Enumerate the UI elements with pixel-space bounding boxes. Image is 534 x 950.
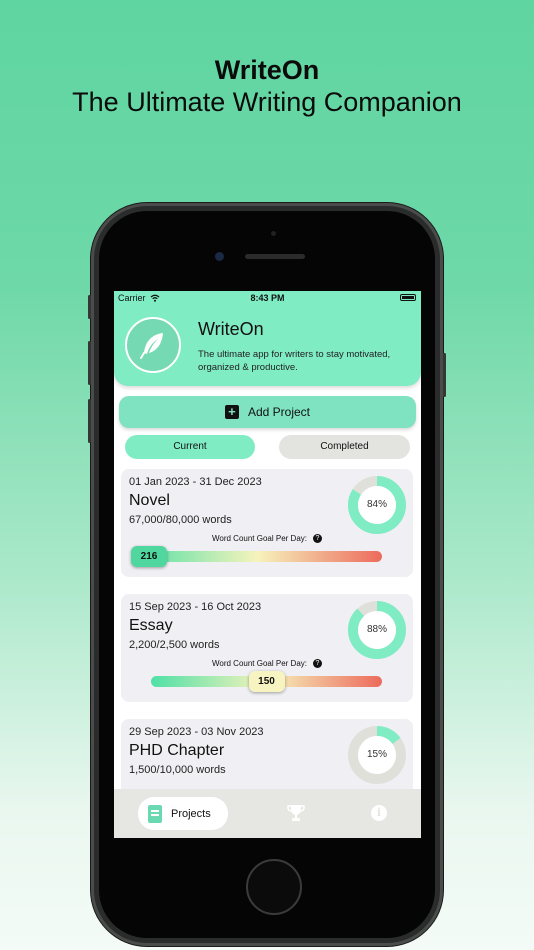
add-project-label: Add Project <box>247 405 311 419</box>
earpiece-speaker <box>245 254 305 259</box>
project-card-phd-chapter[interactable]: 29 Sep 2023 - 03 Nov 2023 PHD Chapter 1,… <box>121 719 413 799</box>
trophy-icon[interactable] <box>286 803 306 823</box>
promo-subtitle: The Ultimate Writing Companion <box>72 87 462 117</box>
project-dates: 15 Sep 2023 - 16 Oct 2023 <box>129 601 262 613</box>
project-word-count: 67,000/80,000 words <box>129 514 232 526</box>
home-button[interactable] <box>246 859 302 915</box>
project-title: Novel <box>129 492 170 509</box>
progress-percent: 84% <box>366 499 387 510</box>
goal-label: Word Count Goal Per Day:? <box>121 659 413 669</box>
side-button-volume-down <box>88 399 91 443</box>
add-project-button[interactable]: + Add Project <box>119 396 416 428</box>
status-bar: Carrier 8:43 PM <box>114 291 421 305</box>
project-word-count: 1,500/10,000 words <box>129 764 226 776</box>
header-card: WriteOn The ultimate app for writers to … <box>114 291 421 386</box>
side-button-silent <box>88 295 91 319</box>
project-title: PHD Chapter <box>129 742 225 759</box>
app-name: WriteOn <box>198 319 264 339</box>
goal-slider-track[interactable] <box>133 551 382 562</box>
question-circle-icon[interactable]: ? <box>313 659 322 669</box>
project-card-essay[interactable]: 15 Sep 2023 - 16 Oct 2023 Essay 2,200/2,… <box>121 594 413 702</box>
nav-projects-label: Projects <box>171 807 211 820</box>
front-camera <box>215 252 224 261</box>
goal-slider-thumb[interactable]: 150 <box>248 671 285 692</box>
project-dates: 29 Sep 2023 - 03 Nov 2023 <box>129 726 264 738</box>
project-title: Essay <box>129 617 173 634</box>
app-description: The ultimate app for writers to stay mot… <box>198 349 391 373</box>
progress-percent: 88% <box>366 624 387 635</box>
plus-square-icon: + <box>224 405 239 419</box>
sensor-dot <box>271 231 276 236</box>
status-time: 8:43 PM <box>250 293 285 303</box>
feather-icon <box>125 317 181 373</box>
side-button-power <box>443 353 446 397</box>
tab-completed[interactable]: Completed <box>279 435 410 459</box>
project-card-novel[interactable]: 01 Jan 2023 - 31 Dec 2023 Novel 67,000/8… <box>121 469 413 577</box>
project-word-count: 2,200/2,500 words <box>129 639 220 651</box>
nav-projects-button[interactable]: Projects <box>138 797 228 830</box>
bottom-nav: Projects i <box>114 789 421 838</box>
battery-icon <box>400 294 416 301</box>
promo-title: WriteOn <box>214 55 320 85</box>
goal-slider-thumb[interactable]: 216 <box>131 546 167 567</box>
progress-percent: 15% <box>366 749 387 760</box>
goal-label: Word Count Goal Per Day:? <box>121 534 413 544</box>
info-icon[interactable]: i <box>371 805 387 821</box>
app-screen: WriteOn The ultimate app for writers to … <box>114 291 421 838</box>
tab-current[interactable]: Current <box>125 435 255 459</box>
side-button-volume-up <box>88 341 91 385</box>
question-circle-icon[interactable]: ? <box>313 534 322 544</box>
book-icon <box>148 804 162 823</box>
project-dates: 01 Jan 2023 - 31 Dec 2023 <box>129 476 262 488</box>
